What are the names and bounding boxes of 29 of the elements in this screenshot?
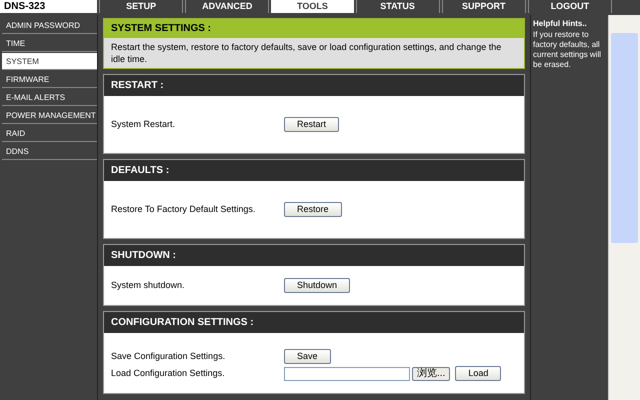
setting-label: Restore To Factory Default Settings.	[111, 202, 256, 216]
nav-tab[interactable]: SUPPORT	[442, 0, 526, 13]
action-button[interactable]: Shutdown	[284, 278, 350, 293]
panel-title: SYSTEM SETTINGS :	[104, 19, 524, 38]
nav-tab[interactable]: LOGOUT	[528, 0, 612, 13]
panel-title: RESTART :	[104, 75, 524, 96]
setting-label: System Restart.	[111, 118, 176, 131]
browse-button[interactable]: 浏览...	[412, 366, 450, 380]
panel-title: SHUTDOWN :	[104, 245, 524, 266]
scrollbar[interactable]	[608, 15, 640, 400]
nav-tab[interactable]: ADVANCED	[185, 0, 270, 13]
panel-title: DEFAULTS :	[104, 160, 524, 181]
setting-label: System shutdown.	[111, 278, 186, 292]
sidebar-item[interactable]: SYSTEM	[2, 53, 97, 70]
hints-text: If you restore to factory defaults, all current settings will be erased.	[533, 30, 602, 70]
panel-title: CONFIGURATION SETTINGS :	[104, 312, 524, 333]
file-path-field[interactable]	[284, 366, 410, 380]
action-button[interactable]: Save	[284, 349, 331, 364]
setting-label: Load Configuration Settings.	[111, 366, 226, 380]
action-button[interactable]: Load	[455, 366, 502, 381]
nav-tab[interactable]: TOOLS	[271, 0, 354, 13]
nav-tab[interactable]: SETUP	[99, 0, 184, 13]
action-button[interactable]: Restore	[284, 202, 342, 217]
action-button[interactable]: Restart	[284, 117, 340, 132]
intro-text: Restart the system, restore to factory defaults, save or load configuration settings, and change the idle time.	[110, 41, 502, 66]
setting-label: Save Configuration Settings.	[111, 350, 226, 363]
hints-title: Helpful Hints..	[533, 18, 588, 30]
logo: DNS-323	[0, 0, 97, 13]
nav-tab[interactable]: STATUS	[356, 0, 440, 13]
